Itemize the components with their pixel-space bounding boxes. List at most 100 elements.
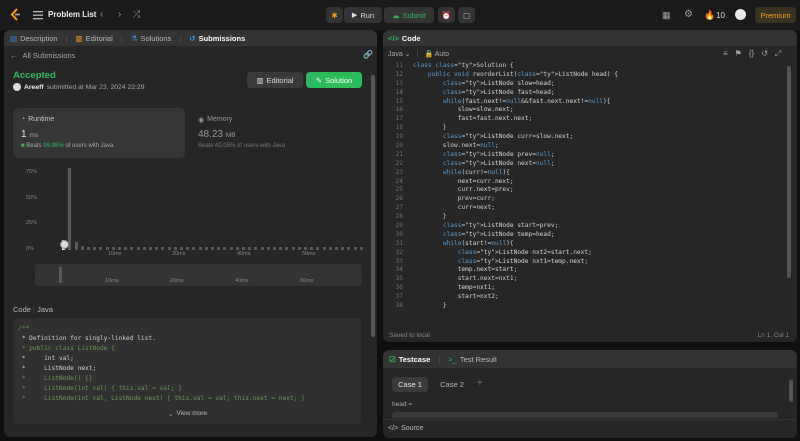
- notes-button[interactable]: ▢: [458, 7, 475, 23]
- x-tick: 20ms: [172, 251, 186, 257]
- editor-panel: </> Code Java ⌄ | 🔒 Auto ≡ ⚑ {} ↺ ⤢ 11 class c…: [383, 30, 797, 342]
- case-1-tab[interactable]: Case 1: [392, 377, 428, 392]
- source-button[interactable]: </> Source: [388, 425, 423, 432]
- code-text: temp.next=start;: [413, 266, 518, 274]
- histogram-bar: [80, 246, 84, 250]
- line-number: 13: [395, 79, 403, 87]
- code-line: * ListNode() {}: [18, 375, 93, 382]
- align-icon[interactable]: ≡: [723, 49, 728, 59]
- view-more-button[interactable]: ⌄ View more: [168, 410, 207, 418]
- gear-icon[interactable]: ⚙: [684, 9, 693, 20]
- line-number: 32: [395, 248, 403, 256]
- code-line: * ListNode next;: [18, 365, 97, 372]
- language-select[interactable]: Java ⌄: [388, 50, 411, 58]
- tab-test-result[interactable]: >_ Test Result: [448, 355, 497, 364]
- editor-line: 34 temp.next=start;: [383, 266, 783, 275]
- range-selector[interactable]: 10ms 20ms 40ms 60ms: [35, 264, 362, 286]
- editor-line: 28 }: [383, 213, 783, 222]
- avatar[interactable]: [735, 9, 746, 20]
- streak-count[interactable]: 10: [716, 11, 725, 20]
- editor-line: 25 curr.next=prev;: [383, 186, 783, 195]
- runtime-value: 1 ms: [21, 129, 39, 140]
- note-icon: ▢: [462, 10, 471, 20]
- bookmark-icon[interactable]: ⚑: [735, 49, 742, 59]
- flask-icon: ⚗: [130, 33, 138, 43]
- username[interactable]: Areeff: [24, 84, 44, 91]
- runtime-card[interactable]: ◔ Runtime 1 ms ■ Beats 99.98% of users wi…: [13, 108, 185, 158]
- submit-button[interactable]: ☁ Submit: [384, 7, 434, 23]
- testcase-tabs: ☑ Testcase | >_ Test Result: [383, 350, 797, 368]
- case-2-tab[interactable]: Case 2: [434, 377, 470, 392]
- y-tick: 0%: [26, 246, 34, 252]
- clock-icon: ◔: [21, 116, 26, 123]
- editor-line: 33 class="ty">ListNode nxt1=temp.next;: [383, 258, 783, 267]
- line-number: 24: [395, 177, 403, 185]
- cursor-position: Ln 1, Col 1: [757, 332, 789, 339]
- y-tick: 50%: [26, 195, 38, 201]
- debug-button[interactable]: ✱: [326, 7, 343, 23]
- tab-solutions[interactable]: ⚗ Solutions: [131, 34, 172, 43]
- histogram-bar: [211, 247, 214, 250]
- editor-line: 38 }: [383, 302, 783, 311]
- mini-tick: 10ms: [105, 278, 119, 284]
- editorial-button[interactable]: ▥ Editorial: [247, 72, 303, 88]
- line-number: 28: [395, 213, 403, 221]
- chevron-right-icon[interactable]: ›: [118, 9, 121, 20]
- code-editor[interactable]: 11 class class="ty">Solution {12 public v…: [383, 62, 783, 318]
- link-icon[interactable]: 🔗: [363, 50, 373, 59]
- histogram-bar: [273, 247, 276, 250]
- user-marker[interactable]: [60, 240, 69, 249]
- left-panel: ▤ Description | ▥ Editorial | ⚗ Solutions | ↺ S…: [4, 30, 377, 437]
- back-to-submissions[interactable]: ← All Submissions: [10, 51, 75, 60]
- auto-mode[interactable]: 🔒 Auto: [424, 50, 449, 58]
- layout-icon[interactable]: ▦: [662, 10, 671, 21]
- editor-line: 16 slow=slow.next;: [383, 106, 783, 115]
- reset-icon[interactable]: ↺: [761, 49, 768, 59]
- memory-card[interactable]: ◉ Memory 48.23 MB Beats 42.05% of users w…: [190, 108, 362, 158]
- lock-icon: 🔒: [424, 51, 434, 58]
- histogram-bar: [136, 247, 140, 250]
- tab-submissions[interactable]: ↺ Submissions: [189, 34, 245, 43]
- chevron-left-icon[interactable]: ‹: [100, 9, 103, 20]
- shuffle-icon[interactable]: ⤮: [133, 9, 140, 20]
- histogram-bar: [248, 247, 252, 250]
- histogram-bar: [260, 247, 264, 250]
- user-avatar: [13, 83, 21, 91]
- testcase-scrollbar[interactable]: [789, 380, 793, 402]
- list-icon[interactable]: [33, 10, 43, 20]
- mini-tick: 20ms: [170, 278, 184, 284]
- tab-testcase[interactable]: ☑ Testcase: [389, 355, 430, 364]
- tab-code[interactable]: </> Code: [388, 34, 421, 43]
- solution-button[interactable]: ✎ Solution: [306, 72, 362, 88]
- histogram-bar: [192, 247, 196, 250]
- histogram-bar: [87, 247, 90, 250]
- head-input[interactable]: [392, 412, 778, 418]
- tab-editorial[interactable]: ▥ Editorial: [76, 34, 113, 43]
- memory-icon: ◉: [198, 117, 205, 124]
- braces-icon[interactable]: {}: [749, 49, 754, 59]
- editor-line: 36 temp=nxt1;: [383, 284, 783, 293]
- line-number: 11: [395, 62, 403, 69]
- code-text: fast=fast.next.next;: [413, 115, 533, 123]
- x-tick: 10ms: [108, 251, 122, 257]
- problem-list-link[interactable]: Problem List: [48, 10, 96, 19]
- expand-icon[interactable]: ⤢: [775, 49, 781, 59]
- line-number: 12: [395, 70, 403, 78]
- code-text: while(start!=null){: [442, 239, 514, 247]
- run-button[interactable]: ▶ Run: [344, 7, 382, 23]
- code-text: class="ty">ListNode start=prev;: [442, 222, 559, 230]
- histogram-bar: [353, 247, 357, 250]
- premium-button[interactable]: Premium: [755, 7, 796, 23]
- fire-icon: 🔥: [704, 10, 716, 20]
- scrollbar[interactable]: [371, 75, 375, 337]
- line-number: 30: [395, 230, 403, 238]
- editor-line: 20 slow.next=null;: [383, 142, 783, 151]
- add-case-icon[interactable]: +: [477, 378, 483, 389]
- editor-line: 29 class="ty">ListNode start=prev;: [383, 222, 783, 231]
- histogram-bar: [359, 247, 363, 250]
- histogram-bar: [118, 247, 121, 250]
- editor-scrollbar[interactable]: [787, 66, 791, 278]
- tab-description[interactable]: ▤ Description: [10, 34, 58, 43]
- leetcode-logo[interactable]: [9, 8, 22, 21]
- timer-button[interactable]: ⏰: [438, 7, 455, 23]
